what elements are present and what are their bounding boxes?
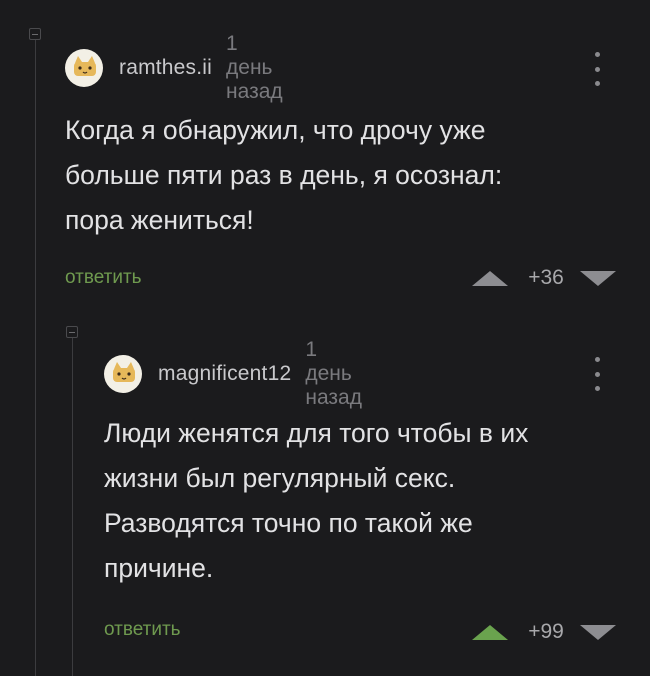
username[interactable]: magnificent12 <box>158 362 291 386</box>
comment-text-line: больше пяти раз в день, я осознал: <box>65 160 503 190</box>
score: +36 <box>528 266 564 289</box>
cat-face-icon <box>74 56 96 76</box>
score: +99 <box>528 620 564 643</box>
collapse-toggle-root[interactable] <box>29 28 41 40</box>
comment-text-line: Люди женятся для того чтобы в их <box>104 418 529 448</box>
timestamp: 1 день назад <box>305 338 362 409</box>
collapse-toggle-reply[interactable] <box>66 326 78 338</box>
avatar[interactable] <box>65 49 103 87</box>
comment-text-line: причине. <box>104 553 214 583</box>
downvote-arrow-icon[interactable] <box>580 270 616 286</box>
cat-face-icon <box>113 362 135 382</box>
vote-controls: +36 <box>472 266 616 290</box>
comment-text-line: Когда я обнаружил, что дрочу уже <box>65 115 486 145</box>
thread-line-reply <box>72 330 73 676</box>
upvote-arrow-icon[interactable] <box>472 270 508 286</box>
upvote-arrow-icon[interactable] <box>472 624 508 640</box>
timestamp: 1 день назад <box>226 32 283 103</box>
comment-text-line: жизни был регулярный секс. <box>104 463 456 493</box>
username[interactable]: ramthes.ii <box>119 56 212 80</box>
reply-button[interactable]: ответить <box>104 619 181 641</box>
comment-text: Когда я обнаружил, что дрочу уже больше … <box>65 108 625 243</box>
comment-text-line: Разводятся точно по такой же <box>104 508 473 538</box>
reply-button[interactable]: ответить <box>65 267 142 289</box>
avatar[interactable] <box>104 355 142 393</box>
comment-text-line: пора жениться! <box>65 205 254 235</box>
comment-text: Люди женятся для того чтобы в их жизни б… <box>104 411 634 591</box>
downvote-arrow-icon[interactable] <box>580 624 616 640</box>
thread-line-root <box>35 30 36 676</box>
comment-header: magnificent12 1 день назад <box>104 338 362 409</box>
more-options-icon[interactable] <box>592 357 602 391</box>
more-options-icon[interactable] <box>592 52 602 86</box>
comment-header: ramthes.ii 1 день назад <box>65 32 283 103</box>
vote-controls: +99 <box>472 620 616 644</box>
